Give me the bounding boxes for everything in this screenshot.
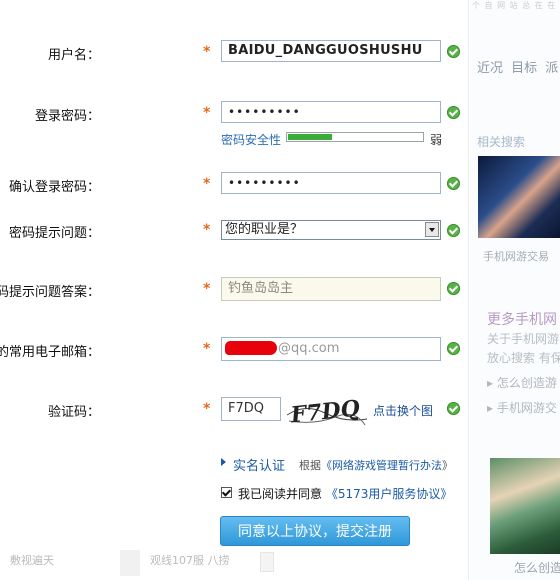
real-name-auth-link[interactable]: 实名认证 [233,455,285,474]
agree-checkbox[interactable] [221,487,232,498]
sidebar-question-link-2[interactable]: ▸ 手机网游交 [487,399,557,416]
username-input[interactable]: BAIDU_DANGGUOSHUSHU [221,40,441,62]
right-sidebar: 个 自 网 站 总 在 在 在 在 在 在 近况 目标 派 相关搜索 手机网游交… [470,0,560,580]
required-mark: * [203,222,211,238]
confirm-password-label: 确认登录密码： [8,180,100,195]
captcha-input[interactable]: F7DQ [221,397,281,421]
username-label: 用户名： [47,48,100,63]
bottom-thumbnail [120,550,140,576]
agree-label: 我已阅读并同意 [238,487,323,501]
required-mark: * [203,176,211,192]
related-search-title: 相关搜索 [477,135,526,149]
security-question-value: 您的职业是？ [225,222,304,237]
auth-basis-suffix: 》 [442,459,453,472]
submit-button[interactable]: 同意以上协议，提交注册 [220,516,410,546]
password-strength-fill [288,134,333,140]
game-thumbnail[interactable] [478,156,560,238]
game-thumbnail-2[interactable] [490,458,560,554]
check-icon [447,45,460,58]
required-mark: * [203,341,211,357]
confirm-password-input[interactable]: ••••••••• [221,172,441,194]
regulation-link[interactable]: 《网络游戏管理暂行办法 [321,459,442,472]
bottom-faint-text-2: 观线107服 八捞 [150,554,230,567]
required-mark: * [203,281,211,297]
triangle-right-icon [221,458,226,466]
auth-basis-text: 根据《网络游戏管理暂行办法》 [299,457,453,473]
security-answer-label: 密码提示问题答案： [0,285,100,300]
column-divider [468,0,469,580]
bottom-thumbnail-2 [260,552,274,572]
security-question-label: 密码提示问题： [8,226,100,241]
security-question-select[interactable]: 您的职业是？ [221,220,441,240]
password-strength-bar [286,132,424,142]
password-strength-word: 弱 [430,133,443,147]
check-icon [447,402,460,415]
security-answer-input[interactable]: 钓鱼岛岛主 [221,277,441,301]
user-agreement-link[interactable]: 《5173用户服务协议》 [326,487,453,501]
sidebar-line: 关于手机网游 [487,332,560,346]
sidebar-question-link[interactable]: ▸ 怎么创造游 [487,374,557,391]
thumbnail-caption-2[interactable]: 怎么创造 [514,559,560,576]
bottom-faint-text: 敷视遍天 [10,554,54,567]
email-label: 您的常用电子邮箱： [0,345,100,360]
password-input[interactable]: ••••••••• [221,101,441,123]
required-mark: * [203,401,211,417]
check-icon [447,282,460,295]
thumbnail-caption[interactable]: 手机网游交易 [483,248,549,264]
refresh-captcha-link[interactable]: 点击换个图 [373,402,433,419]
auth-basis-prefix: 根据 [299,459,321,472]
sidebar-line-2: 放心搜索 有保 [487,351,560,365]
registration-form: 用户名： * BAIDU_DANGGUOSHUSHU 登录密码： * •••••… [0,0,470,580]
agree-text: 我已阅读并同意 《5173用户服务协议》 [238,485,452,502]
captcha-label: 验证码： [47,405,100,420]
check-icon [447,177,460,190]
password-strength-label: 密码安全性 [221,133,282,147]
redaction-mark [225,341,277,355]
check-icon [447,224,460,237]
captcha-image[interactable]: F7DQ [285,395,369,429]
sidebar-tabs[interactable]: 近况 目标 派 [477,57,558,76]
captcha-text: F7DQ [289,395,362,428]
check-icon [447,342,460,355]
more-link[interactable]: 更多手机网 [487,309,557,329]
required-mark: * [203,105,211,121]
check-icon [447,106,460,119]
sidebar-faint-header: 个 自 网 站 总 在 在 在 在 在 在 [472,1,560,10]
sidebar-question-text: 怎么创造游 [496,376,557,390]
password-label: 登录密码： [34,109,100,124]
required-mark: * [203,44,211,60]
chevron-down-icon[interactable] [425,222,439,237]
sidebar-question-text-2: 手机网游交 [496,401,557,415]
